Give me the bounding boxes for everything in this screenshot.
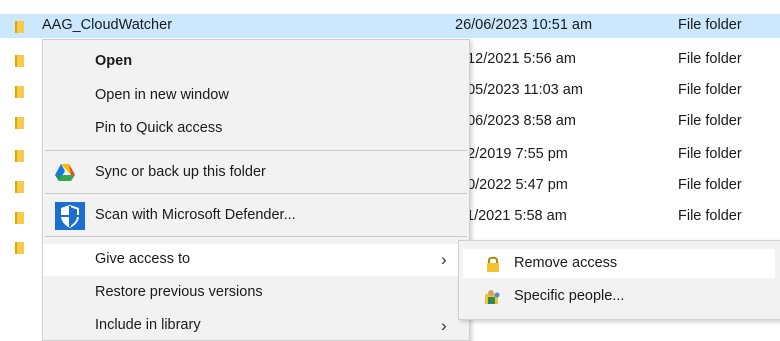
menu-item-scan-defender[interactable]: Scan with Microsoft Defender... <box>43 200 469 231</box>
file-type: File folder <box>678 82 742 98</box>
file-date: 5/06/2023 8:58 am <box>455 113 576 129</box>
file-date: /11/2021 5:58 am <box>455 208 567 224</box>
menu-item-label: Give access to <box>95 251 191 267</box>
file-row[interactable]: AAG_CloudWatcher 26/06/2023 10:51 am Fil… <box>0 14 780 38</box>
chevron-right-icon: › <box>441 250 447 269</box>
menu-item-open[interactable]: Open <box>43 46 469 77</box>
menu-item-give-access[interactable]: Give access to › <box>43 244 469 276</box>
folder-icon <box>15 181 24 193</box>
folder-icon <box>15 86 24 98</box>
file-date: 1/05/2023 11:03 am <box>455 82 583 98</box>
file-type: File folder <box>678 17 742 33</box>
menu-separator <box>45 150 467 151</box>
menu-item-restore-versions[interactable]: Restore previous versions <box>43 277 469 308</box>
menu-item-include-library[interactable]: Include in library › <box>43 310 469 341</box>
submenu-item-specific-people[interactable]: Specific people... <box>463 282 775 311</box>
file-date: 26/06/2023 10:51 am <box>455 17 593 33</box>
folder-icon <box>15 117 24 129</box>
file-type: File folder <box>678 177 742 193</box>
people-icon <box>485 288 501 305</box>
file-type: File folder <box>678 113 742 129</box>
chevron-right-icon: › <box>441 316 447 335</box>
menu-item-open-new-window[interactable]: Open in new window <box>43 80 469 111</box>
give-access-submenu: Remove access Specific people... <box>458 240 780 320</box>
menu-item-label: Scan with Microsoft Defender... <box>95 207 296 223</box>
menu-item-label: Open in new window <box>95 87 229 103</box>
submenu-item-remove-access[interactable]: Remove access <box>463 249 775 278</box>
menu-separator <box>45 193 467 194</box>
context-menu: Open Open in new window Pin to Quick acc… <box>42 39 470 341</box>
menu-item-sync-backup[interactable]: Sync or back up this folder <box>43 157 469 188</box>
menu-item-pin-quick-access[interactable]: Pin to Quick access <box>43 113 469 144</box>
file-type: File folder <box>678 51 742 67</box>
file-type: File folder <box>678 146 742 162</box>
menu-item-label: Open <box>95 53 133 69</box>
menu-item-label: Include in library <box>95 317 201 333</box>
menu-item-label: Pin to Quick access <box>95 120 223 136</box>
defender-shield-icon <box>55 202 85 234</box>
folder-icon <box>15 55 24 67</box>
folder-icon <box>15 242 24 254</box>
menu-item-label: Sync or back up this folder <box>95 164 266 180</box>
folder-icon <box>15 212 24 224</box>
google-drive-icon <box>55 164 75 185</box>
file-date: 7/12/2021 5:56 am <box>455 51 576 67</box>
menu-item-label: Restore previous versions <box>95 284 263 300</box>
file-date: /10/2022 5:47 pm <box>455 177 568 193</box>
folder-icon <box>15 21 24 33</box>
file-name: AAG_CloudWatcher <box>42 17 173 33</box>
submenu-item-label: Specific people... <box>514 288 625 304</box>
menu-separator <box>45 236 467 237</box>
lock-icon <box>485 255 501 272</box>
file-date: /12/2019 7:55 pm <box>455 146 568 162</box>
submenu-item-label: Remove access <box>514 255 618 271</box>
file-type: File folder <box>678 208 742 224</box>
folder-icon <box>15 150 24 162</box>
